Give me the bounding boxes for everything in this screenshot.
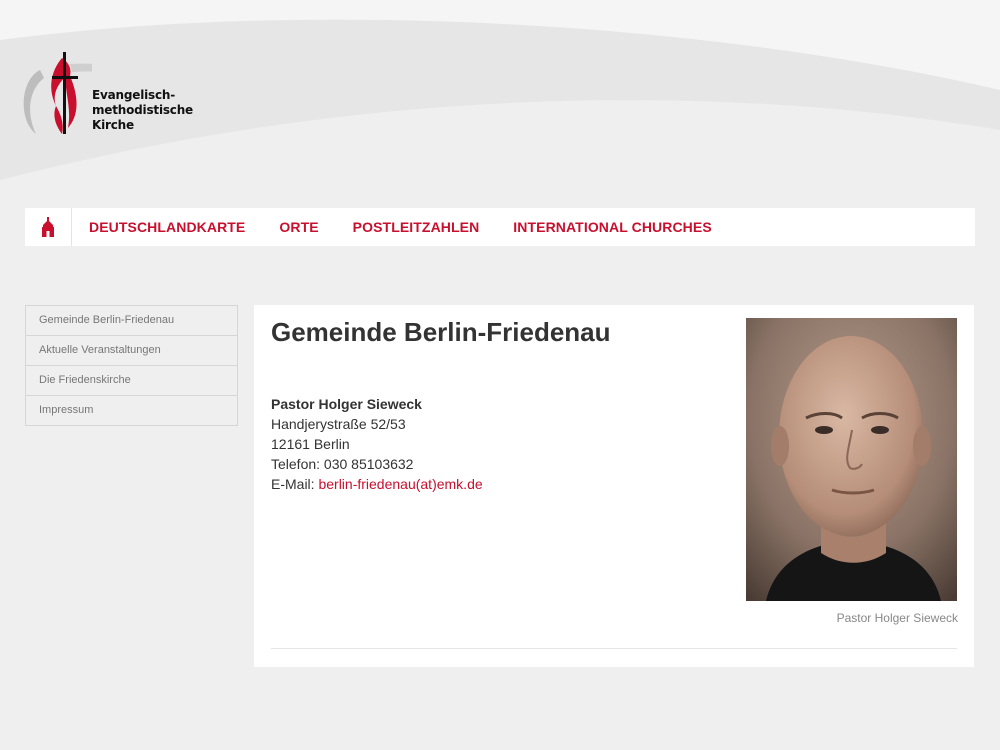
email-link[interactable]: berlin-friedenau(at)emk.de [318,476,482,492]
content-divider [271,648,957,649]
email-line: E-Mail: berlin-friedenau(at)emk.de [271,474,483,494]
city: 12161 Berlin [271,436,350,452]
nav-orte[interactable]: ORTE [279,219,318,235]
sidebar-menu: Gemeinde Berlin-Friedenau Aktuelle Veran… [25,305,238,426]
pastor-photo [746,318,957,601]
home-button[interactable] [25,208,72,246]
nav-international-churches[interactable]: INTERNATIONAL CHURCHES [513,219,711,235]
page-title: Gemeinde Berlin-Friedenau [271,317,611,347]
main-navigation: DEUTSCHLANDKARTE ORTE POSTLEITZAHLEN INT… [25,208,975,246]
phone: Telefon: 030 85103632 [271,456,414,472]
contact-block: Pastor Holger Sieweck Handjerystraße 52/… [271,394,483,494]
logo-text: Evangelisch- methodistische Kirche [92,88,193,132]
main-content: Gemeinde Berlin-Friedenau Pastor Holger … [254,305,974,667]
sidebar-item-impressum[interactable]: Impressum [26,396,237,426]
sidebar-item-gemeinde[interactable]: Gemeinde Berlin-Friedenau [26,306,237,336]
pastor-name: Pastor Holger Sieweck [271,396,422,412]
sidebar-item-friedenskirche[interactable]: Die Friedenskirche [26,366,237,396]
church-logo[interactable]: Evangelisch- methodistische Kirche [22,50,193,140]
nav-postleitzahlen[interactable]: POSTLEITZAHLEN [353,219,480,235]
street-address: Handjerystraße 52/53 [271,416,406,432]
sidebar-item-veranstaltungen[interactable]: Aktuelle Veranstaltungen [26,336,237,366]
photo-caption: Pastor Holger Sieweck [836,611,958,625]
nav-deutschlandkarte[interactable]: DEUTSCHLANDKARTE [89,219,245,235]
email-label: E-Mail: [271,476,319,492]
cross-flame-icon [23,52,92,134]
church-icon [42,217,54,237]
